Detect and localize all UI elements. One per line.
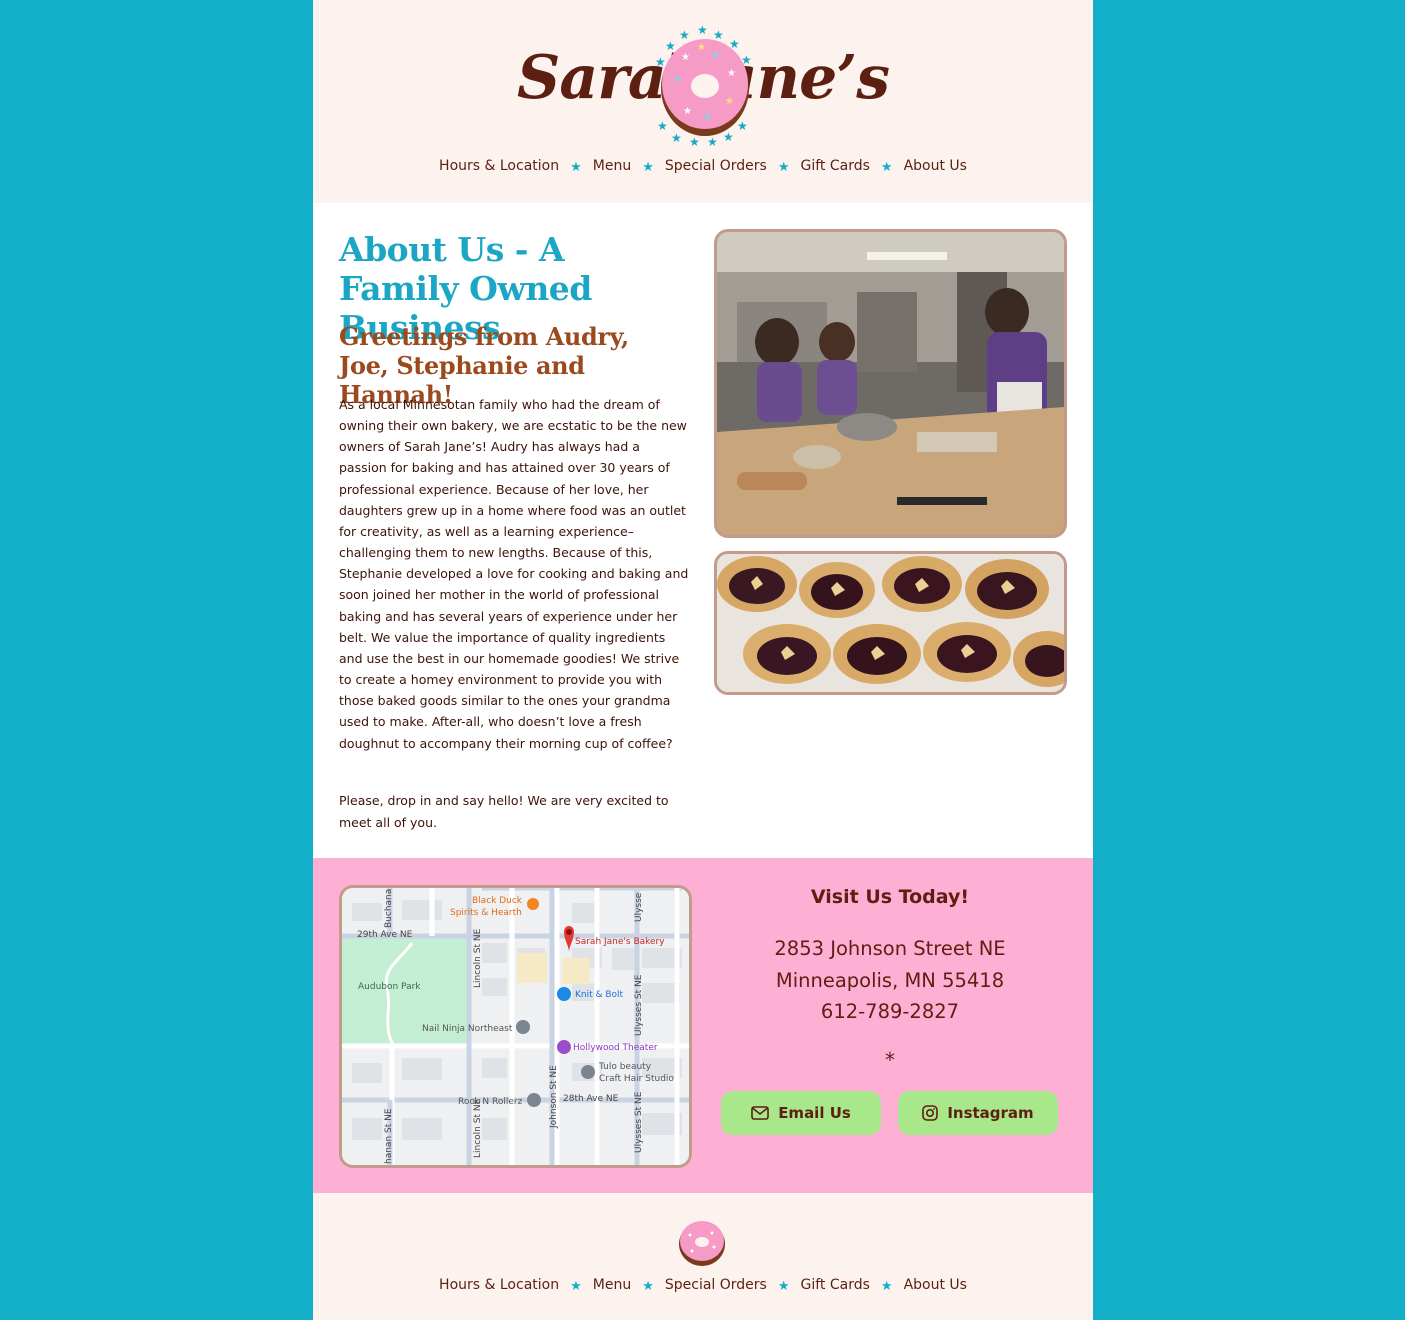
about-paragraph: As a local Minnesotan family who had the… bbox=[339, 397, 689, 751]
nav-special-orders[interactable]: Special Orders bbox=[665, 158, 767, 174]
svg-text:★: ★ bbox=[673, 74, 682, 85]
footer-nav-about-us[interactable]: About Us bbox=[904, 1277, 967, 1293]
map-label-lincoln-2: Lincoln St NE bbox=[473, 1098, 483, 1158]
site-footer: Hours & Location ★ Menu ★ Special Orders… bbox=[313, 1193, 1093, 1320]
map-label-tulo: Tulo beauty bbox=[599, 1062, 652, 1072]
svg-text:★: ★ bbox=[727, 68, 736, 79]
instagram-button[interactable]: Instagram bbox=[898, 1091, 1058, 1135]
email-us-button[interactable]: Email Us bbox=[721, 1091, 881, 1135]
main-nav: Hours & Location ★ Menu ★ Special Orders… bbox=[313, 158, 1093, 175]
map-label-nail-ninja: Nail Ninja Northeast bbox=[422, 1024, 513, 1034]
svg-text:★: ★ bbox=[707, 135, 718, 148]
invite-paragraph: Please, drop in and say hello! We are ve… bbox=[339, 793, 669, 830]
map-label-buchanan-top: Buchana bbox=[384, 888, 394, 928]
star-icon: ★ bbox=[570, 1278, 582, 1294]
location-map[interactable]: Black Duck Spirits & Hearth Sarah Jane's… bbox=[339, 885, 692, 1168]
svg-text:★: ★ bbox=[697, 23, 708, 37]
map-label-tulo-2: Craft Hair Studio bbox=[599, 1074, 674, 1084]
footer-nav: Hours & Location ★ Menu ★ Special Orders… bbox=[313, 1277, 1093, 1294]
visit-heading: Visit Us Today! bbox=[810, 886, 970, 908]
map-label-johnson: Johnson St NE bbox=[549, 1065, 559, 1128]
map-label-29th-ave: 29th Ave NE bbox=[357, 930, 413, 940]
footer-nav-hours-location[interactable]: Hours & Location bbox=[439, 1277, 559, 1293]
nav-menu[interactable]: Menu bbox=[593, 158, 631, 174]
star-icon: ★ bbox=[570, 159, 582, 175]
map-label-28th-ave: 28th Ave NE bbox=[563, 1094, 619, 1104]
kitchen-photo bbox=[714, 229, 1067, 538]
svg-text:★: ★ bbox=[697, 42, 706, 53]
svg-text:★: ★ bbox=[679, 28, 690, 42]
map-label-ulysses: Ulysses St NE bbox=[634, 974, 644, 1036]
svg-text:★: ★ bbox=[657, 119, 668, 133]
svg-text:★: ★ bbox=[689, 135, 700, 148]
map-label-knit-bolt: Knit & Bolt bbox=[575, 990, 624, 1000]
email-us-label: Email Us bbox=[778, 1104, 851, 1122]
svg-text:★: ★ bbox=[725, 96, 734, 107]
nav-about-us[interactable]: About Us bbox=[904, 158, 967, 174]
instagram-icon bbox=[922, 1105, 939, 1121]
address-city: Minneapolis, MN 55418 bbox=[775, 969, 1005, 992]
donut-logo-icon: ★★ ★ ★ ★★ ★★ ★ ★ ★★ ★ ★ ★ ★★ ★★ ★★ bbox=[655, 23, 752, 148]
map-label-lincoln: Lincoln St NE bbox=[473, 928, 483, 988]
svg-text:★: ★ bbox=[683, 106, 692, 117]
svg-text:★: ★ bbox=[655, 55, 666, 69]
map-label-buchanan-bottom: hanan St NE bbox=[384, 1108, 394, 1164]
star-icon: ★ bbox=[642, 1278, 654, 1294]
divider-asterisk: * bbox=[885, 1048, 895, 1072]
svg-text:★: ★ bbox=[737, 119, 748, 133]
svg-text:★: ★ bbox=[681, 52, 690, 63]
nav-hours-location[interactable]: Hours & Location bbox=[439, 158, 559, 174]
instagram-label: Instagram bbox=[947, 1104, 1034, 1122]
envelope-icon bbox=[751, 1106, 769, 1120]
page: Sarah Jane’s ★ ★ ★ ★ ★ ★ ★ ★ ★ ★ ★ ★ ★ ★ ★ ★ ★ ★ ★ ★… bbox=[313, 0, 1093, 1320]
star-icon: ★ bbox=[777, 1278, 790, 1294]
star-icon: ★ bbox=[880, 1278, 893, 1294]
pies-photo bbox=[714, 551, 1067, 695]
svg-text:★: ★ bbox=[711, 50, 720, 61]
svg-text:★: ★ bbox=[665, 39, 676, 53]
map-label-rock-rollerz: Rock N Rollerz bbox=[458, 1097, 523, 1107]
star-icon: ★ bbox=[880, 159, 893, 175]
site-header: Sarah Jane’s ★ ★ ★ ★ ★ ★ ★ ★ ★ ★ ★ ★ ★ ★ ★ ★ ★ ★ ★ ★… bbox=[313, 0, 1093, 203]
map-label-bakery: Sarah Jane's Bakery bbox=[575, 937, 665, 947]
map-label-audubon: Audubon Park bbox=[358, 982, 421, 992]
map-label-spirits: Spirits & Hearth bbox=[450, 908, 522, 918]
footer-nav-menu[interactable]: Menu bbox=[593, 1277, 631, 1293]
map-label-black-duck: Black Duck bbox=[472, 896, 523, 906]
svg-text:★: ★ bbox=[713, 28, 724, 42]
svg-text:★: ★ bbox=[723, 130, 734, 144]
map-label-hollywood: Hollywood Theater bbox=[573, 1043, 658, 1053]
svg-text:★: ★ bbox=[671, 131, 682, 145]
star-icon: ★ bbox=[777, 159, 790, 175]
donut-icon[interactable] bbox=[678, 1219, 726, 1267]
logo[interactable]: Sarah Jane’s ★ ★ ★ ★ ★ ★ ★ ★ ★ ★ ★ ★ ★ ★ ★ ★ ★ ★ ★ ★… bbox=[517, 22, 890, 148]
address-street: 2853 Johnson Street NE bbox=[774, 937, 1006, 960]
svg-text:★: ★ bbox=[703, 112, 712, 123]
map-label-ulysses-2: Ulysses St NE bbox=[634, 1091, 644, 1153]
map-label-ulysses-top: Ulysse bbox=[634, 892, 644, 922]
footer-nav-gift-cards[interactable]: Gift Cards bbox=[801, 1277, 870, 1293]
phone-number[interactable]: 612-789-2827 bbox=[713, 1000, 1067, 1023]
visit-section: Black Duck Spirits & Hearth Sarah Jane's… bbox=[313, 858, 1093, 1193]
nav-gift-cards[interactable]: Gift Cards bbox=[801, 158, 870, 174]
star-icon: ★ bbox=[642, 159, 654, 175]
footer-nav-special-orders[interactable]: Special Orders bbox=[665, 1277, 767, 1293]
